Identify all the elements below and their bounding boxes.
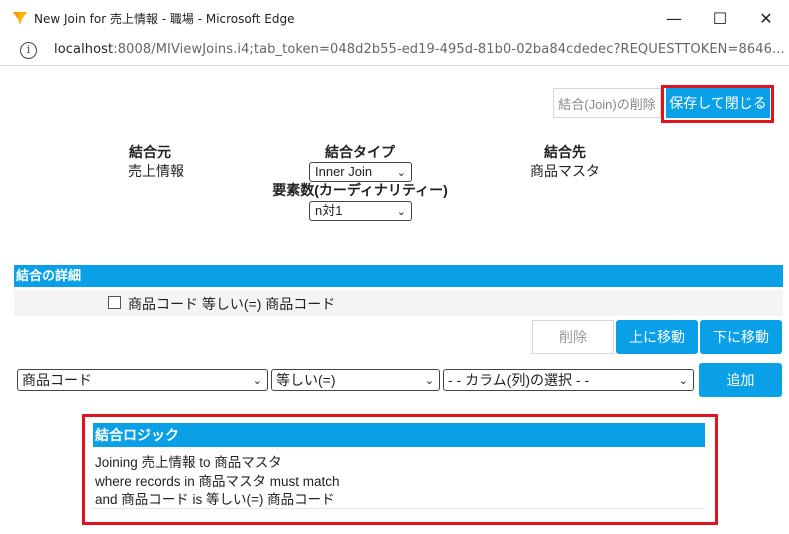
operator-select[interactable]: 等しい(=) ⌄ [271,369,440,391]
add-condition-button[interactable]: 追加 [699,363,782,397]
logic-line-2: where records in 商品マスタ must match [95,474,340,489]
logic-divider [93,508,705,509]
logic-line-3: and 商品コード is 等しい(=) 商品コード [95,492,335,507]
address-bar[interactable]: i localhost:8008/MIViewJoins.i4;tab_toke… [0,36,789,66]
close-button[interactable]: ✕ [743,0,789,36]
details-section-header: 結合の詳細 [14,265,783,287]
join-type-label: 結合タイプ [325,144,395,160]
chevron-down-icon: ⌄ [252,375,262,387]
cardinality-select[interactable]: n対1 ⌄ [309,201,412,221]
chevron-down-icon: ⌄ [678,375,688,387]
join-type-select[interactable]: Inner Join ⌄ [309,162,412,182]
join-type-value: Inner Join [315,164,373,179]
source-value: 売上情報 [128,163,184,179]
condition-text: 商品コード 等しい(=) 商品コード [128,296,336,312]
cardinality-label: 要素数(カーディナリティー) [272,182,448,198]
move-down-button[interactable]: 下に移動 [700,320,782,354]
url-host: localhost [54,42,114,57]
right-column-value: - - カラム(列)の選択 - - [448,372,590,388]
minimize-button[interactable]: — [651,0,697,36]
title-bar: New Join for 売上情報 - 職場 - Microsoft Edge … [0,0,789,36]
window-title: New Join for 売上情報 - 職場 - Microsoft Edge [34,12,295,26]
target-label: 結合先 [544,144,586,160]
info-icon[interactable]: i [20,42,37,59]
app-favicon-icon [13,12,27,25]
chevron-down-icon: ⌄ [424,375,434,387]
left-column-value: 商品コード [22,372,92,388]
url-path: :8008/MIViewJoins.i4;tab_token=048d2b55-… [113,42,785,57]
cardinality-value: n対1 [315,203,343,218]
left-column-select[interactable]: 商品コード ⌄ [17,369,268,391]
target-value: 商品マスタ [530,163,600,179]
logic-line-1: Joining 売上情報 to 商品マスタ [95,455,282,470]
delete-join-button[interactable]: 結合(Join)の削除 [553,88,661,118]
logic-section-header: 結合ロジック [93,423,705,447]
operator-value: 等しい(=) [276,372,336,388]
source-label: 結合元 [129,144,171,160]
maximize-button[interactable]: ☐ [697,0,743,36]
url-text[interactable]: localhost:8008/MIViewJoins.i4;tab_token=… [54,42,785,57]
chevron-down-icon: ⌄ [396,206,406,218]
delete-condition-button[interactable]: 削除 [532,320,614,354]
right-column-select[interactable]: - - カラム(列)の選択 - - ⌄ [443,369,694,391]
condition-checkbox[interactable] [108,296,121,309]
move-up-button[interactable]: 上に移動 [616,320,698,354]
save-and-close-button[interactable]: 保存して閉じる [666,88,770,118]
